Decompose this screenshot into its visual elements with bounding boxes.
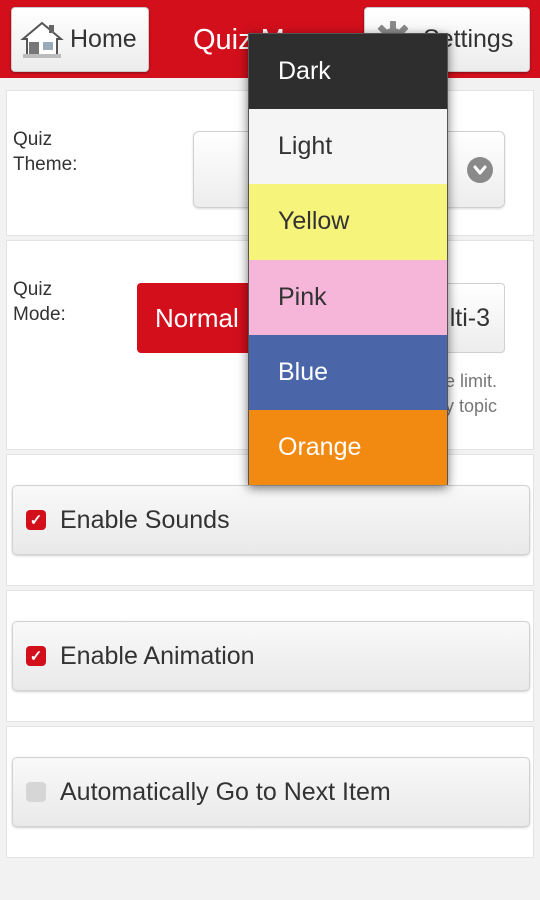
chevron-down-icon — [473, 165, 487, 175]
check-icon: ✓ — [26, 510, 46, 530]
enable-sounds-label: Enable Sounds — [60, 505, 230, 534]
unchecked-box-icon — [26, 782, 46, 802]
theme-option-blue[interactable]: Blue — [249, 334, 447, 410]
select-arrow — [467, 157, 493, 183]
theme-label: Quiz Theme: — [13, 129, 78, 175]
auto-next-item-checkbox[interactable]: Automatically Go to Next Item — [12, 757, 530, 827]
auto-next-item-label: Automatically Go to Next Item — [60, 777, 391, 806]
theme-option-yellow[interactable]: Yellow — [249, 184, 447, 260]
theme-option-pink[interactable]: Pink — [249, 259, 447, 335]
theme-option-dark[interactable]: Dark — [249, 34, 447, 110]
next-item-panel: Automatically Go to Next Item — [6, 726, 534, 858]
enable-animation-label: Enable Animation — [60, 641, 255, 670]
theme-option-orange[interactable]: Orange — [249, 409, 447, 486]
check-icon: ✓ — [26, 646, 46, 666]
mode-label: Quiz Mode: — [13, 279, 66, 325]
theme-dropdown-menu: Dark Light Yellow Pink Blue Orange — [248, 33, 448, 486]
theme-option-light[interactable]: Light — [249, 109, 447, 185]
home-button[interactable]: Home — [11, 7, 149, 72]
enable-sounds-checkbox[interactable]: ✓ Enable Sounds — [12, 485, 530, 555]
home-button-label: Home — [70, 25, 137, 53]
house-icon — [20, 21, 64, 58]
enable-animation-checkbox[interactable]: ✓ Enable Animation — [12, 621, 530, 691]
animation-panel: ✓ Enable Animation — [6, 590, 534, 722]
